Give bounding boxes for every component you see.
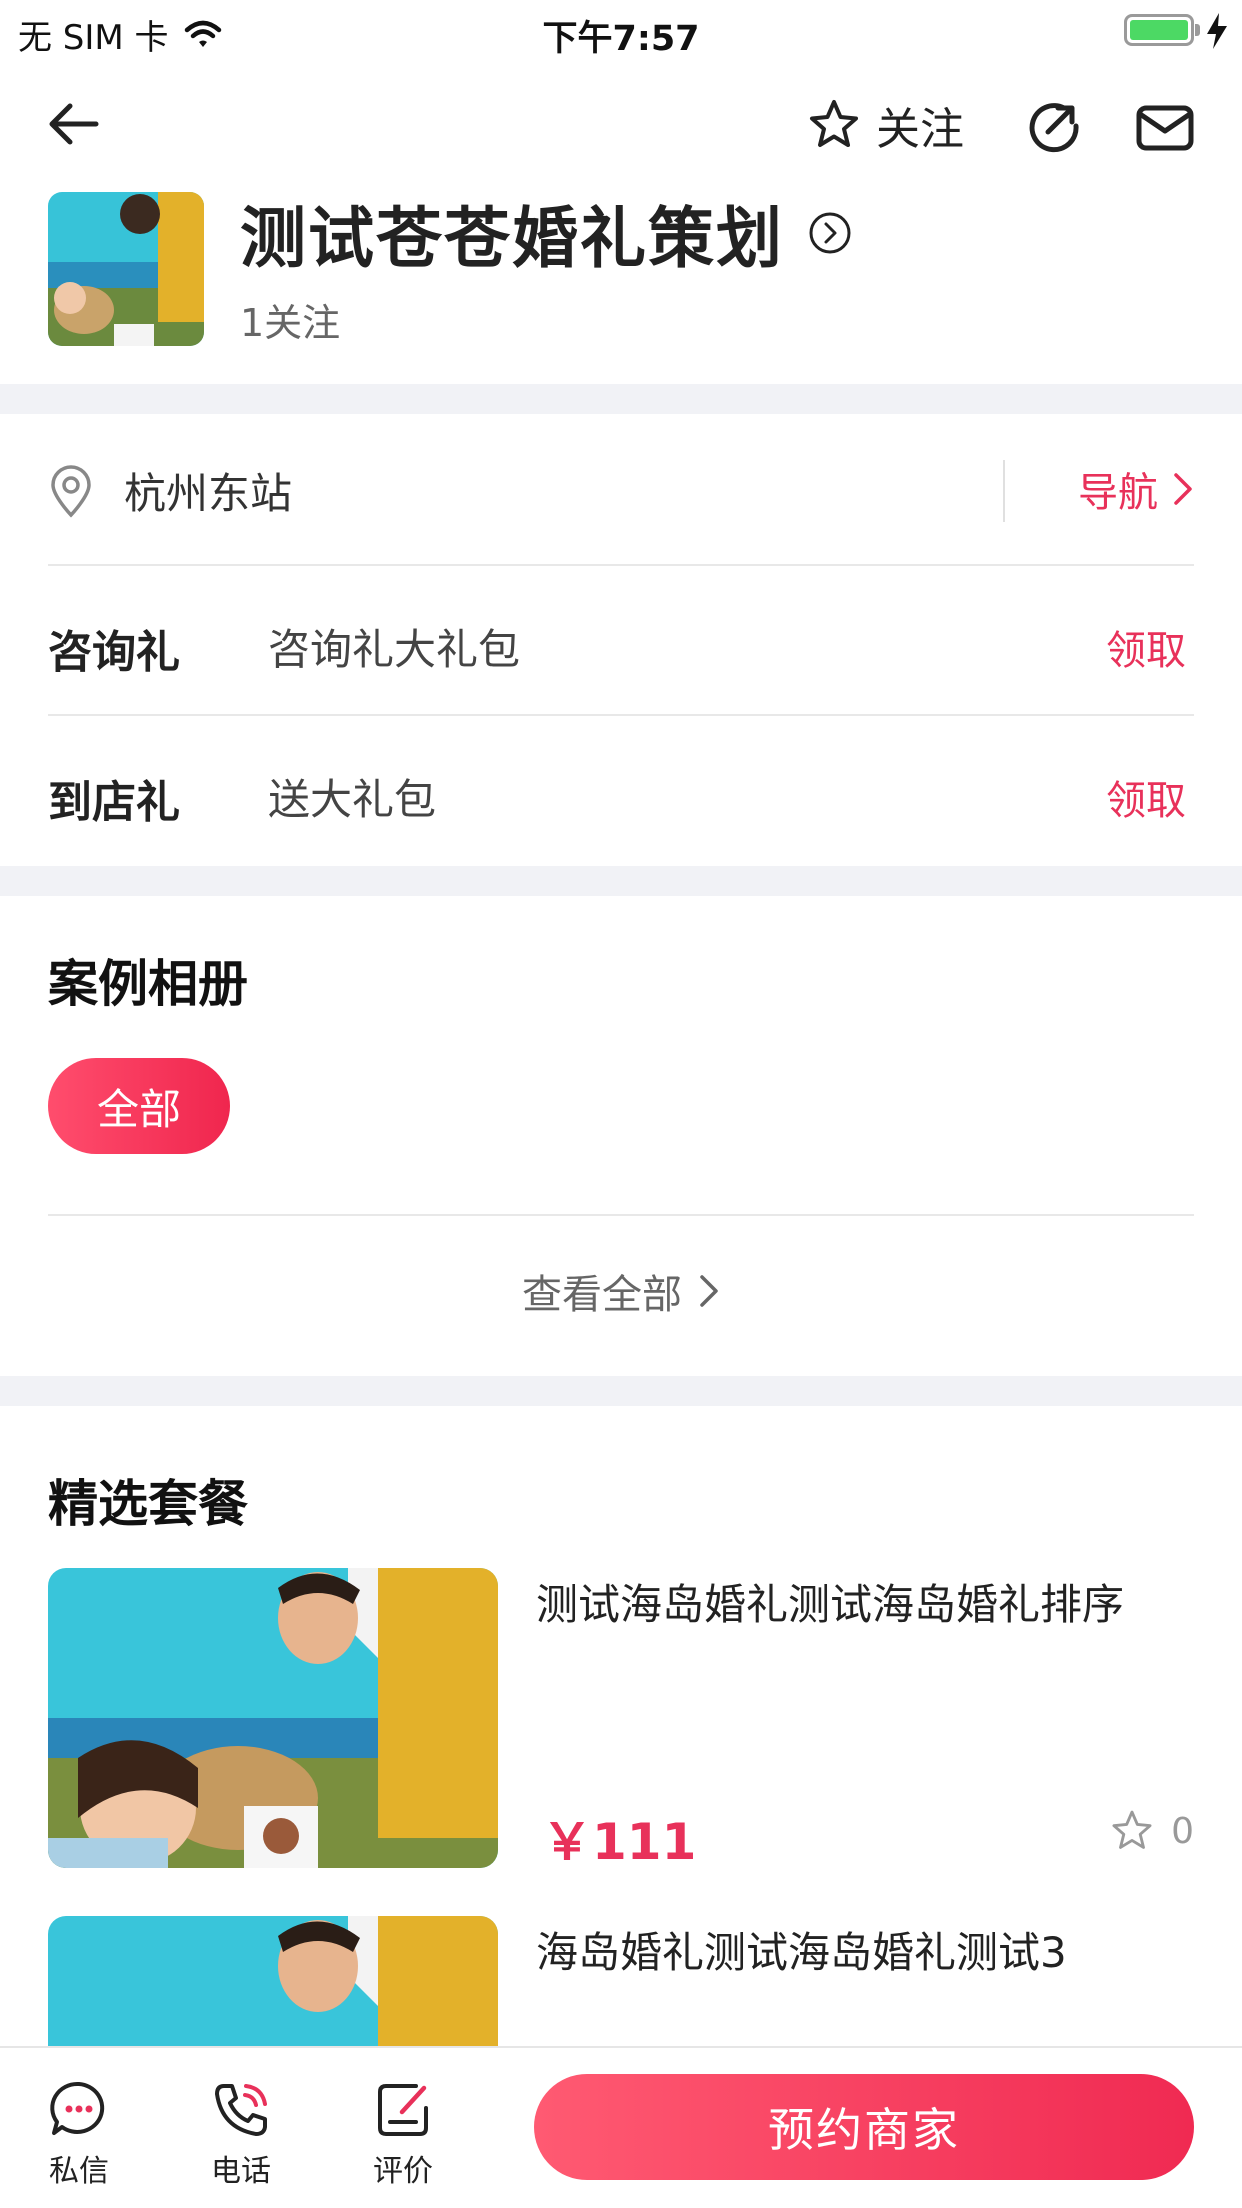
charging-icon [1207, 13, 1227, 49]
shop-name-text: 测试苍苍婚礼策划 [240, 200, 784, 277]
message-label: 私信 [49, 2154, 109, 2189]
edit-review-icon [378, 2084, 428, 2136]
chevron-right-circle-icon [809, 212, 851, 254]
album-title: 案例相册 [48, 955, 248, 1013]
chevron-right-icon [700, 1275, 718, 1307]
star-icon [810, 100, 858, 147]
nav-bar: 关注 [0, 62, 1242, 188]
navigate-label: 导航 [1078, 470, 1158, 516]
gift-description: 送大礼包 [268, 775, 437, 824]
package-card[interactable]: 测试海岛婚礼测试海岛婚礼排序 ￥111 0 [48, 1568, 1194, 1871]
gift-label: 咨询礼 [48, 627, 180, 678]
album-filter-all[interactable]: 全部 [48, 1058, 230, 1154]
status-bar: 无 SIM 卡 下午7:57 [0, 0, 1242, 62]
star-icon [1112, 1810, 1152, 1849]
follower-count: 1关注 [240, 301, 341, 345]
share-icon[interactable] [1024, 98, 1084, 158]
view-all-label: 查看全部 [522, 1272, 682, 1318]
section-gap [0, 866, 1242, 896]
divider [1003, 460, 1005, 522]
divider [48, 1214, 1194, 1216]
section-gap [0, 1376, 1242, 1406]
review-tab[interactable]: 评价 [358, 2078, 448, 2190]
shop-avatar[interactable] [48, 192, 204, 346]
navigate-button[interactable]: 导航 [1078, 460, 1194, 518]
shop-header: 测试苍苍婚礼策划 1关注 [0, 188, 1242, 384]
package-price: ￥111 [542, 1813, 697, 1871]
claim-button[interactable]: 领取 [1106, 618, 1186, 676]
status-time: 下午7:57 [542, 19, 700, 59]
mail-icon[interactable] [1134, 98, 1196, 158]
package-image [48, 1568, 498, 1868]
follow-button[interactable]: 关注 [806, 90, 964, 160]
packages-title: 精选套餐 [48, 1475, 248, 1533]
review-label: 评价 [373, 2154, 433, 2189]
battery-cap [1195, 24, 1200, 36]
phone-tab[interactable]: 电话 [196, 2078, 286, 2190]
gift-label: 到店礼 [48, 777, 180, 828]
location-address: 杭州东站 [124, 469, 293, 518]
bottom-action-bar: 私信 电话 评价 预约商家 [0, 2046, 1242, 2208]
follow-label: 关注 [876, 104, 964, 155]
package-title: 海岛婚礼测试海岛婚礼测试3 [536, 1928, 1067, 1977]
view-all-link[interactable]: 查看全部 [0, 1262, 1242, 1320]
battery-icon [1124, 14, 1194, 46]
back-icon[interactable] [40, 92, 104, 156]
message-tab[interactable]: 私信 [34, 2078, 124, 2190]
phone-label: 电话 [211, 2154, 271, 2189]
gift-row-consult: 咨询礼 咨询礼大礼包 领取 [48, 566, 1194, 716]
section-gap [0, 384, 1242, 414]
shop-name[interactable]: 测试苍苍婚礼策划 [240, 188, 852, 278]
phone-icon [215, 2084, 267, 2136]
chevron-right-icon [1174, 473, 1192, 505]
package-title: 测试海岛婚礼测试海岛婚礼排序 [536, 1580, 1125, 1629]
favorite-count: 0 [1171, 1810, 1194, 1852]
location-pin-icon [51, 465, 91, 518]
claim-button[interactable]: 领取 [1106, 768, 1186, 826]
book-merchant-button[interactable]: 预约商家 [534, 2074, 1194, 2180]
gift-description: 咨询礼大礼包 [268, 625, 521, 674]
package-favorite[interactable]: 0 [1109, 1808, 1194, 1854]
gift-row-visit: 到店礼 送大礼包 领取 [48, 716, 1194, 866]
location-row: 杭州东站 导航 [48, 414, 1194, 566]
chat-icon [50, 2081, 105, 2135]
